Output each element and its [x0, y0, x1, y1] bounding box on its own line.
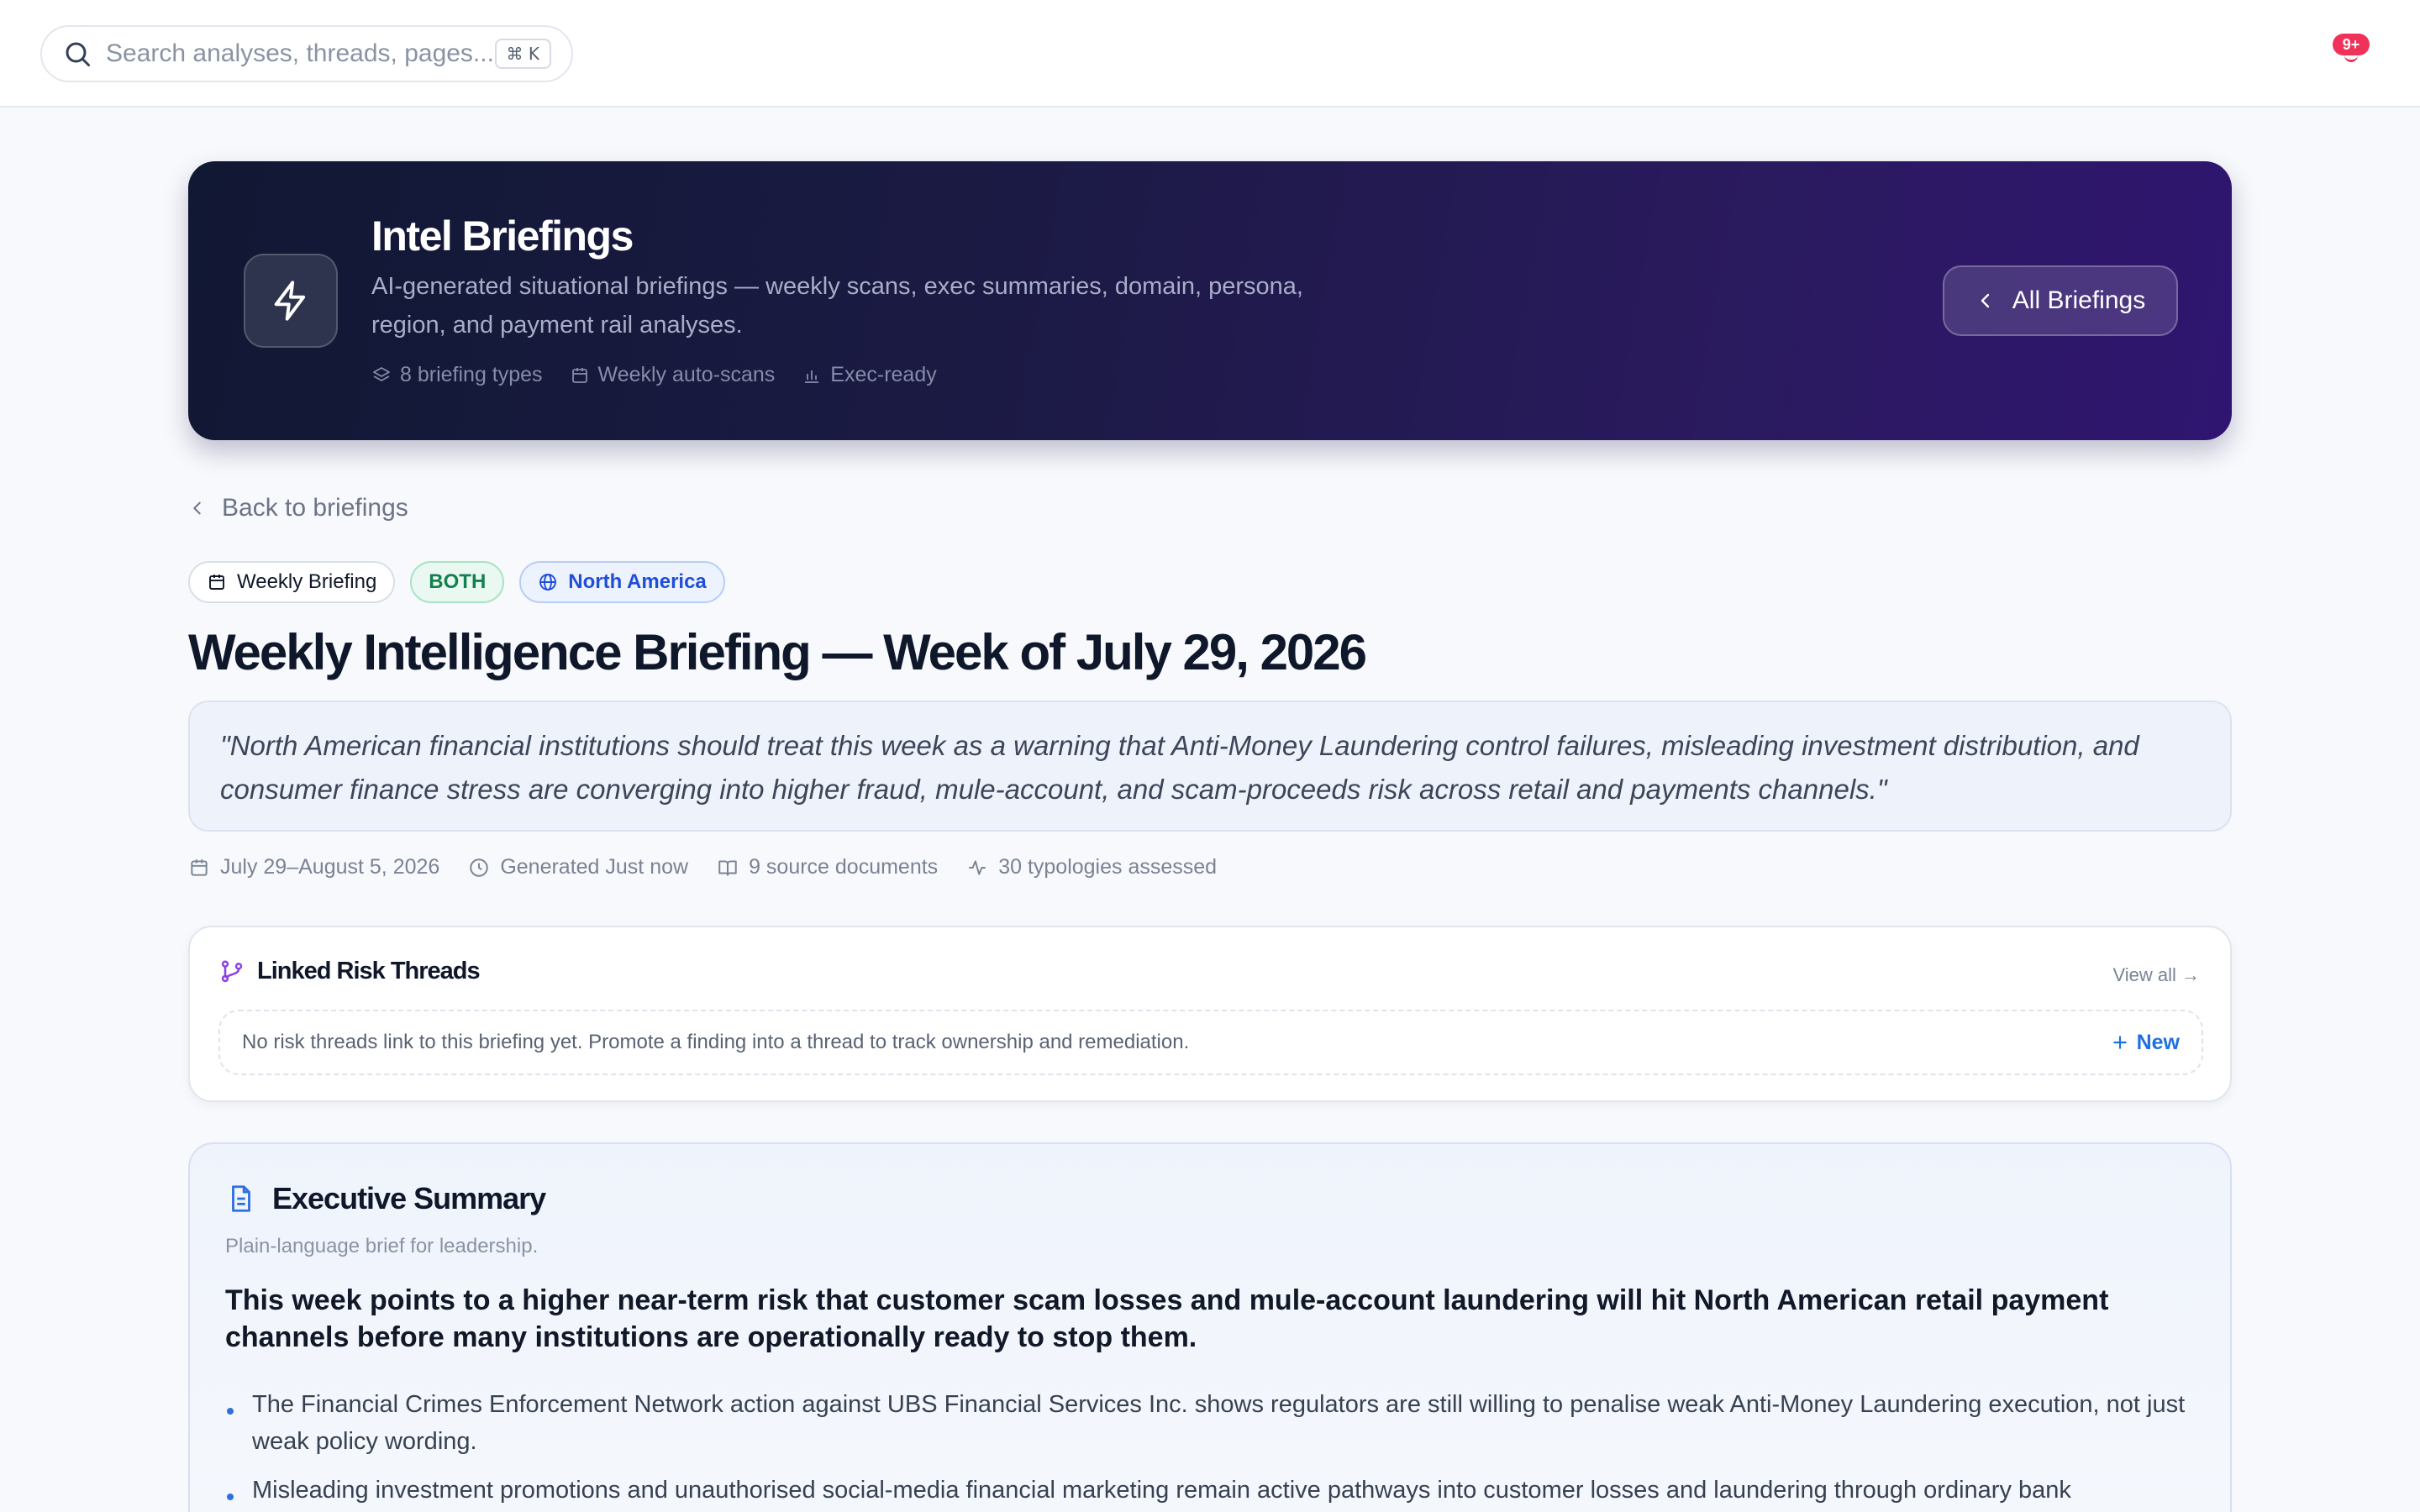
new-thread-button[interactable]: New — [2112, 1031, 2180, 1055]
briefing-meta: July 29–August 5, 2026 Generated Just no… — [188, 855, 1217, 879]
hero-subtitle: AI-generated situational briefings — wee… — [371, 273, 1303, 339]
date-range: July 29–August 5, 2026 — [188, 855, 439, 879]
hero-meta-item: Exec-ready — [802, 363, 937, 387]
hero-meta-label: Weekly auto-scans — [597, 363, 776, 386]
globe-icon — [538, 572, 558, 592]
bar-chart-icon — [802, 365, 822, 386]
source-count-label: 9 source documents — [749, 855, 939, 879]
hero-title: Intel Briefings — [371, 213, 634, 260]
generated-label: Generated Just now — [500, 855, 689, 879]
calendar-icon — [570, 365, 590, 386]
typology-count-label: 30 typologies assessed — [998, 855, 1218, 879]
calendar-icon — [188, 857, 210, 879]
region-badge: North America — [519, 561, 725, 603]
exec-summary-header: Executive Summary — [225, 1181, 546, 1216]
linked-risk-threads-card: Linked Risk Threads View all → No risk t… — [188, 926, 2232, 1102]
book-icon — [717, 857, 739, 879]
hero-meta-item: Weekly auto-scans — [570, 363, 776, 387]
briefing-type-badge: Weekly Briefing — [188, 561, 396, 603]
new-thread-label: New — [2136, 1030, 2180, 1054]
briefing-type-label: Weekly Briefing — [237, 570, 377, 593]
notification-count-badge: 9+ — [2333, 34, 2370, 55]
view-all-threads-link[interactable]: View all → — [2112, 964, 2200, 986]
back-label: Back to briefings — [222, 494, 408, 522]
hero-meta: 8 briefing types Weekly auto-scans Exec-… — [371, 363, 937, 387]
clock-icon — [468, 857, 490, 879]
region-label: North America — [568, 570, 707, 593]
lightning-icon — [244, 254, 338, 348]
list-item: Misleading investment promotions and una… — [225, 1472, 2200, 1509]
exec-summary-bullets: The Financial Crimes Enforcement Network… — [225, 1386, 2200, 1512]
layers-icon — [371, 365, 392, 386]
scope-badge: BOTH — [410, 561, 505, 603]
search-shortcut-hint: ⌘ K — [494, 39, 551, 69]
activity-icon — [966, 857, 988, 879]
calendar-icon — [207, 572, 227, 592]
search-icon — [62, 39, 92, 69]
executive-summary-card: Executive Summary Plain-language brief f… — [188, 1142, 2232, 1512]
hero-meta-label: Exec-ready — [830, 363, 937, 386]
page-title: Weekly Intelligence Briefing — Week of J… — [188, 624, 1367, 680]
date-range-label: July 29–August 5, 2026 — [220, 855, 440, 879]
threads-title: Linked Risk Threads — [257, 958, 481, 984]
top-bar: ⌘ K 9+ — [0, 0, 2420, 108]
generated-time: Generated Just now — [468, 855, 688, 879]
git-branch-icon — [218, 958, 245, 985]
threads-empty-text: No risk threads link to this briefing ye… — [242, 1031, 1190, 1053]
key-judgement-quote: "North American financial institutions s… — [188, 701, 2232, 832]
exec-summary-title: Executive Summary — [272, 1181, 546, 1215]
document-icon — [225, 1183, 257, 1215]
all-briefings-button[interactable]: All Briefings — [1943, 265, 2178, 336]
search-input[interactable] — [106, 39, 495, 68]
exec-summary-subtitle: Plain-language brief for leadership. — [225, 1235, 539, 1257]
list-item: The Financial Crimes Enforcement Network… — [225, 1386, 2200, 1460]
hero-meta-label: 8 briefing types — [400, 363, 543, 386]
typology-count: 30 typologies assessed — [966, 855, 1217, 879]
threads-header: Linked Risk Threads — [218, 958, 481, 985]
chevron-left-icon — [1975, 291, 1996, 311]
search-box[interactable]: ⌘ K — [40, 25, 573, 82]
hero-banner: Intel Briefings AI-generated situational… — [188, 161, 2232, 440]
threads-empty-state: No risk threads link to this briefing ye… — [218, 1010, 2203, 1075]
exec-summary-lead: This week points to a higher near-term r… — [225, 1284, 2109, 1353]
back-to-briefings-link[interactable]: Back to briefings — [188, 494, 408, 522]
briefing-badges: Weekly Briefing BOTH North America — [188, 561, 725, 603]
chevron-left-icon — [188, 499, 207, 517]
source-count: 9 source documents — [717, 855, 938, 879]
all-briefings-label: All Briefings — [2012, 286, 2146, 314]
hero-meta-item: 8 briefing types — [371, 363, 543, 387]
plus-icon — [2112, 1034, 2128, 1051]
